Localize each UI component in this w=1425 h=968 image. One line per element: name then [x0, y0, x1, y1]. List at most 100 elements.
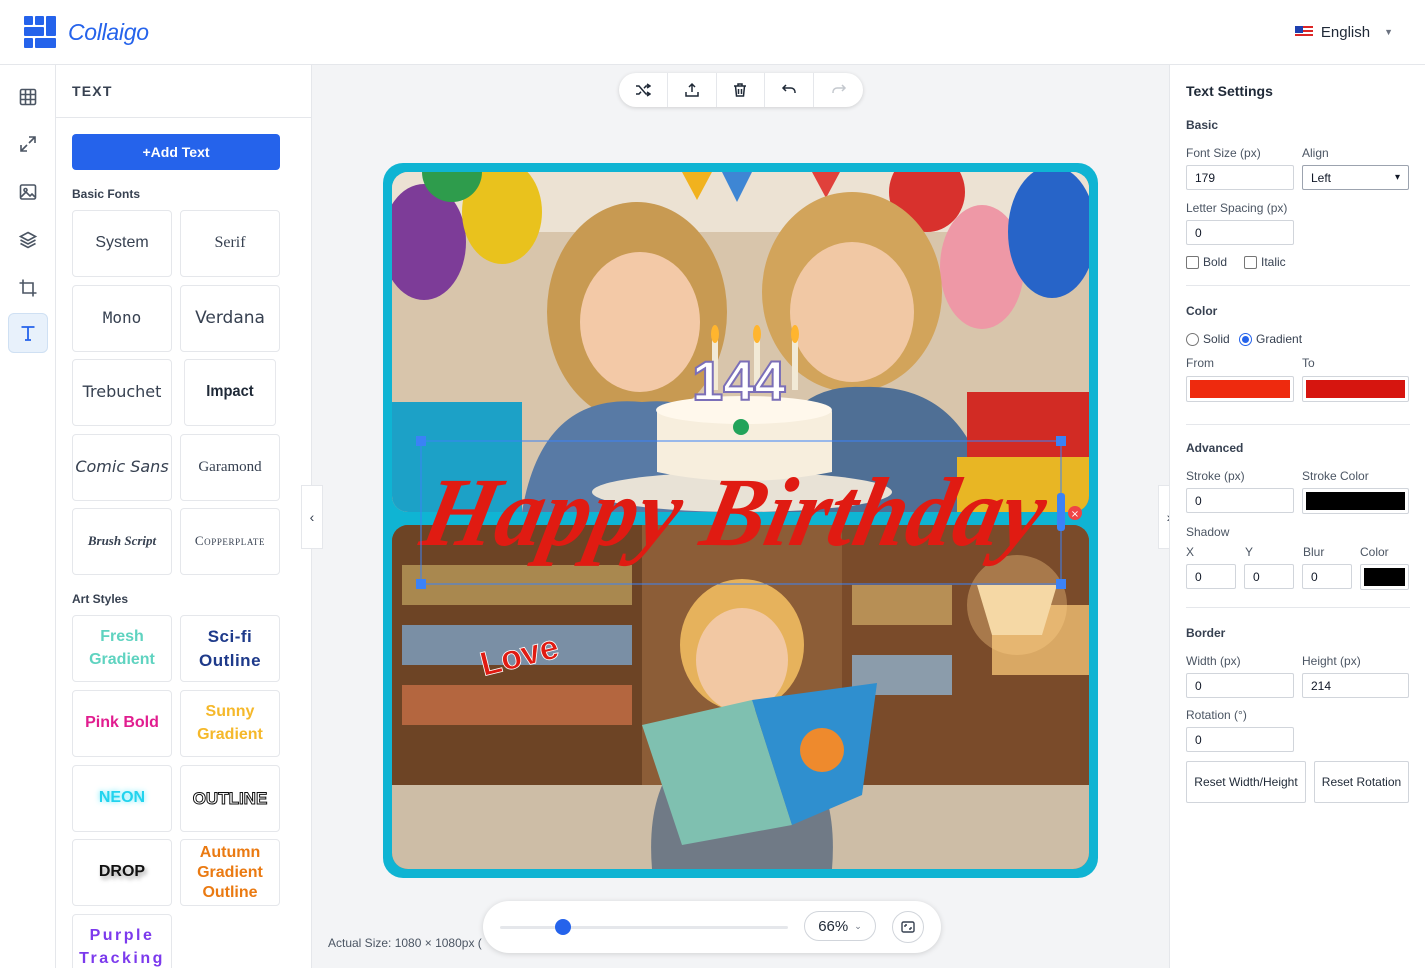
shadow-blur-input[interactable]: 0 — [1302, 564, 1352, 589]
resize-handle-right[interactable] — [1057, 493, 1065, 531]
solid-radio-dot[interactable] — [1186, 332, 1199, 346]
language-label: English — [1320, 23, 1371, 41]
app-header: Collaigo English ▼ — [0, 0, 1425, 65]
font-card-impact[interactable]: Impact — [184, 359, 276, 426]
export-button[interactable] — [668, 73, 717, 107]
font-size-input[interactable]: 179 — [1186, 165, 1294, 190]
stroke-color-swatch[interactable] — [1302, 488, 1409, 514]
stroke-input[interactable]: 0 — [1186, 488, 1294, 513]
tool-rail — [0, 65, 56, 968]
align-select[interactable]: Left ▾ — [1302, 165, 1409, 190]
italic-checkbox-box[interactable] — [1244, 255, 1257, 269]
from-color-fill — [1190, 380, 1290, 398]
bold-checkbox-box[interactable] — [1186, 255, 1199, 269]
resize-handle-tl[interactable] — [416, 436, 426, 446]
resize-handle-bl[interactable] — [416, 579, 426, 589]
art-card-fresh-gradient[interactable]: Fresh Gradient — [72, 615, 172, 682]
brand[interactable]: Collaigo — [24, 16, 149, 48]
art-card-sci-fi-outline[interactable]: Sci-fi Outline — [180, 615, 280, 682]
border-width-input[interactable]: 0 — [1186, 673, 1294, 698]
headline-text[interactable]: Happy Birthday — [412, 459, 1057, 567]
font-card-brush-script[interactable]: Brush Script — [72, 508, 172, 575]
rail-crop-button[interactable] — [8, 268, 48, 308]
art-card-pink-bold[interactable]: Pink Bold — [72, 690, 172, 757]
collapse-left-panel-button[interactable]: ‹ — [301, 485, 323, 549]
text-panel: TEXT +Add Text Basic Fonts System Serif … — [56, 65, 312, 968]
zoom-select[interactable]: 66% ⌄ — [804, 911, 876, 941]
bold-checkbox[interactable]: Bold — [1186, 255, 1227, 269]
rail-resize-button[interactable] — [8, 124, 48, 164]
text-icon — [21, 326, 35, 341]
art-card-sunny-gradient[interactable]: Sunny Gradient — [180, 690, 280, 757]
expand-diagonal-icon — [20, 136, 36, 152]
font-card-comic-sans[interactable]: Comic Sans — [72, 434, 172, 501]
font-card-system[interactable]: System — [72, 210, 172, 277]
letter-spacing-input[interactable]: 0 — [1186, 220, 1294, 245]
fit-to-screen-button[interactable] — [892, 911, 924, 943]
stroke-label: Stroke (px) — [1186, 469, 1245, 483]
italic-label: Italic — [1261, 255, 1286, 269]
shuffle-button[interactable] — [619, 73, 668, 107]
shadow-color-swatch[interactable] — [1360, 564, 1409, 590]
rail-image-button[interactable] — [8, 172, 48, 212]
resize-handle-tr[interactable] — [1056, 436, 1066, 446]
gradient-to-swatch[interactable] — [1302, 376, 1409, 402]
brand-name: Collaigo — [68, 18, 149, 45]
rail-text-button[interactable] — [8, 313, 48, 353]
love-text[interactable]: Love — [476, 627, 563, 684]
art-card-autumn-gradient-outline[interactable]: Autumn Gradient Outline — [180, 839, 280, 906]
delete-button[interactable] — [717, 73, 766, 107]
rotation-input[interactable]: 0 — [1186, 727, 1294, 752]
bold-label: Bold — [1203, 255, 1228, 269]
height-label: Height (px) — [1302, 654, 1361, 668]
art-card-drop[interactable]: DROP — [72, 839, 172, 906]
rail-grid-layout-button[interactable] — [8, 77, 48, 117]
reset-width-height-button[interactable]: Reset Width/Height — [1186, 761, 1306, 803]
solid-label: Solid — [1203, 332, 1230, 346]
rotate-handle-icon[interactable] — [733, 419, 749, 435]
chevron-down-icon: ⌄ — [854, 920, 862, 931]
solid-radio[interactable]: Solid — [1186, 332, 1230, 346]
gradient-radio-dot[interactable] — [1239, 332, 1252, 346]
redo-button[interactable] — [814, 73, 863, 107]
chevron-down-icon: ▾ — [1394, 172, 1400, 183]
font-card-garamond[interactable]: Garamond — [180, 434, 280, 501]
width-label: Width (px) — [1186, 654, 1241, 668]
zoom-slider-knob[interactable] — [555, 919, 572, 935]
grid-icon — [19, 88, 37, 106]
font-card-copperplate[interactable]: Copperplate — [180, 508, 280, 575]
font-card-verdana[interactable]: Verdana — [180, 285, 280, 352]
shadow-x-label: X — [1186, 545, 1195, 559]
collage-canvas[interactable]: 144 Happy Birthday Love × — [383, 163, 1098, 878]
zoom-slider-track[interactable] — [500, 926, 788, 929]
art-card-outline[interactable]: OUTLINE — [180, 765, 280, 832]
add-text-button[interactable]: +Add Text — [72, 134, 280, 170]
undo-button[interactable] — [765, 73, 815, 107]
shadow-x-input[interactable]: 0 — [1186, 564, 1236, 589]
language-selector[interactable]: English ▼ — [1294, 23, 1393, 41]
reset-rotation-button[interactable]: Reset Rotation — [1314, 761, 1409, 803]
art-styles-label: Art Styles — [72, 592, 129, 606]
to-color-fill — [1306, 380, 1405, 398]
caret-down-icon: ▼ — [1384, 27, 1393, 37]
italic-checkbox[interactable]: Italic — [1244, 255, 1286, 269]
art-card-purple-tracking[interactable]: Purple Tracking — [72, 914, 172, 968]
border-height-input[interactable]: 214 — [1302, 673, 1409, 698]
font-card-trebuchet[interactable]: Trebuchet — [72, 359, 172, 426]
shadow-y-input[interactable]: 0 — [1244, 564, 1294, 589]
shadow-y-label: Y — [1245, 545, 1254, 559]
shuffle-icon — [635, 83, 651, 97]
shadow-color-label: Color — [1360, 545, 1389, 559]
resize-handle-br[interactable] — [1056, 579, 1066, 589]
font-card-serif[interactable]: Serif — [180, 210, 280, 277]
gradient-from-swatch[interactable] — [1186, 376, 1294, 402]
basic-heading: Basic — [1186, 118, 1219, 132]
text-overlay-layer: Happy Birthday Love × — [412, 419, 1082, 684]
canvas-toolbar — [619, 73, 863, 107]
rail-layers-button[interactable] — [8, 220, 48, 260]
font-card-mono[interactable]: Mono — [72, 285, 172, 352]
shadow-blur-label: Blur — [1303, 545, 1325, 559]
gradient-radio[interactable]: Gradient — [1239, 332, 1302, 346]
art-card-neon[interactable]: NEON — [72, 765, 172, 832]
trash-icon — [734, 83, 747, 97]
